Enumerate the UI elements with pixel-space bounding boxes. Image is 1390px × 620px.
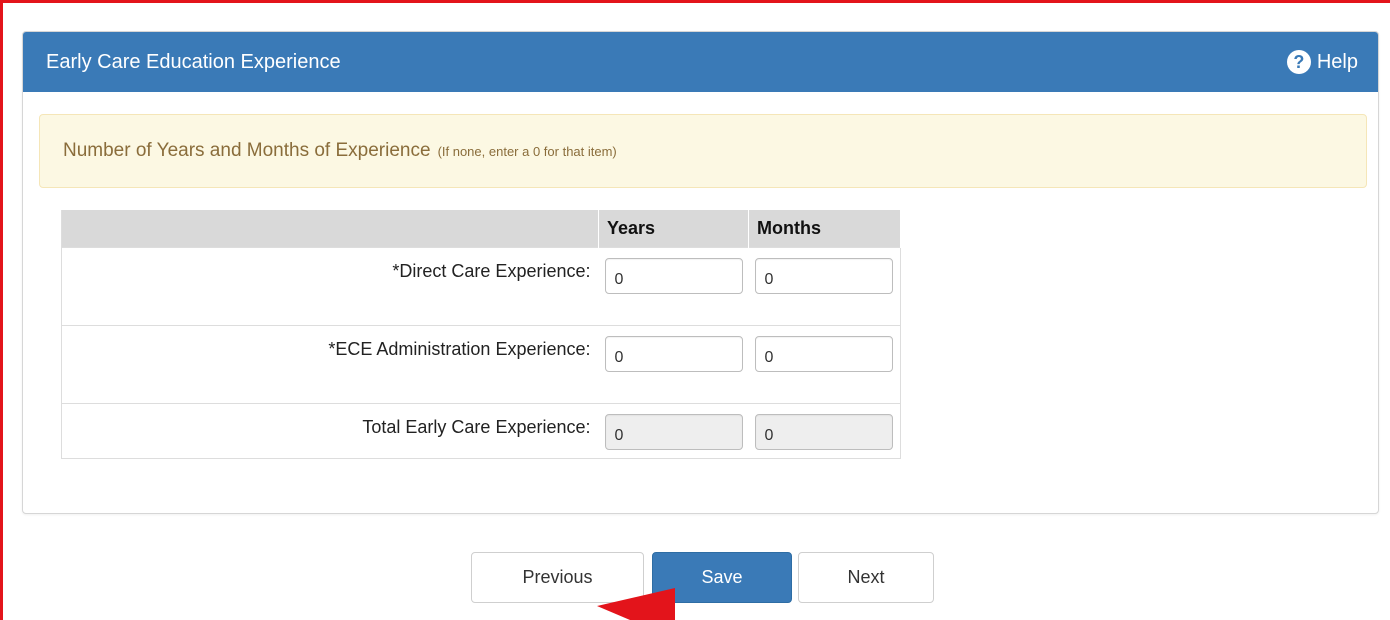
column-header-years: Years	[598, 210, 749, 247]
direct-care-label: *Direct Care Experience:	[61, 246, 599, 325]
column-header-label	[61, 210, 599, 247]
ece-admin-years-input[interactable]	[604, 335, 743, 372]
experience-panel: Early Care Education Experience ? Help N…	[22, 31, 1379, 514]
instruction-alert: Number of Years and Months of Experience…	[39, 114, 1367, 188]
experience-table: Years Months *Direct Care Experience: *E…	[61, 210, 901, 459]
total-months-field	[754, 413, 893, 450]
alert-note-text: (If none, enter a 0 for that item)	[437, 143, 617, 159]
ece-admin-label: *ECE Administration Experience:	[61, 324, 599, 403]
help-label: Help	[1316, 50, 1358, 73]
alert-main-text: Number of Years and Months of Experience	[63, 140, 431, 161]
question-circle-icon: ?	[1286, 50, 1311, 74]
help-link[interactable]: ? Help	[1286, 50, 1358, 74]
column-header-months: Months	[748, 210, 901, 247]
ece-admin-months-input[interactable]	[754, 335, 893, 372]
next-button[interactable]: Next	[798, 552, 934, 603]
annotation-arrow-icon	[597, 588, 675, 620]
table-header-row: Years Months	[61, 210, 901, 247]
panel-title: Early Care Education Experience	[46, 50, 341, 73]
table-row-direct-care: *Direct Care Experience:	[61, 246, 901, 325]
table-row-ece-admin: *ECE Administration Experience:	[61, 324, 901, 403]
panel-header: Early Care Education Experience ? Help	[23, 32, 1378, 92]
direct-care-months-input[interactable]	[754, 257, 893, 294]
total-experience-label: Total Early Care Experience:	[61, 402, 599, 458]
direct-care-years-input[interactable]	[604, 257, 743, 294]
table-row-total: Total Early Care Experience:	[61, 402, 901, 458]
total-years-field	[604, 413, 743, 450]
